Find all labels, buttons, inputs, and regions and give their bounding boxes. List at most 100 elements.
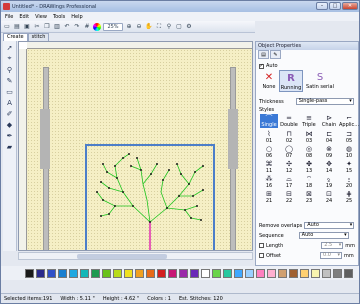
tab-stitch[interactable]: stitch — [27, 33, 50, 41]
palette-swatch-22[interactable] — [256, 268, 265, 278]
brush-icon[interactable]: ✐ — [5, 109, 15, 118]
palette-swatch-20[interactable] — [234, 268, 243, 278]
minimize-button[interactable]: – — [316, 2, 328, 10]
fill-icon[interactable]: ◆ — [5, 120, 15, 129]
palette-swatch-13[interactable] — [157, 268, 166, 278]
zoom-select[interactable]: 25% — [103, 22, 123, 31]
fill-running-button[interactable]: R Running — [279, 70, 303, 92]
palette-swatch-27[interactable] — [311, 268, 320, 278]
palette-swatch-24[interactable] — [278, 268, 287, 278]
close-button[interactable]: ✕ — [342, 2, 358, 10]
design-canvas[interactable] — [18, 41, 253, 251]
shape-icon[interactable]: ▭ — [5, 87, 15, 96]
stitch-pattern-02[interactable]: ⊓ 02 — [280, 130, 298, 144]
palette-swatch-7[interactable] — [91, 268, 100, 278]
palette-swatch-1[interactable] — [25, 268, 34, 278]
stitch-pattern-18[interactable]: ⌔ 18 — [300, 175, 318, 189]
stitch-pattern-17[interactable]: ⌓ 17 — [280, 175, 298, 189]
palette-swatch-29[interactable] — [333, 268, 342, 278]
panel-tab-stitch[interactable]: ✎ — [270, 50, 281, 59]
palette-swatch-14[interactable] — [168, 268, 177, 278]
stitch-pattern-08[interactable]: ◎ 08 — [300, 145, 318, 159]
stitch-pattern-20[interactable]: ⍛ 20 — [340, 175, 358, 189]
grid-icon[interactable]: # — [83, 23, 91, 31]
settings-icon[interactable]: ⚙ — [185, 23, 193, 31]
cut-icon[interactable]: ✂ — [33, 23, 41, 31]
palette-swatch-4[interactable] — [58, 268, 67, 278]
stitch-pattern-19[interactable]: ⍚ 19 — [320, 175, 338, 189]
palette-swatch-19[interactable] — [223, 268, 232, 278]
stitch-pattern-05[interactable]: ⊐ 05 — [340, 130, 358, 144]
paste-icon[interactable]: ▥ — [53, 23, 61, 31]
palette-swatch-21[interactable] — [245, 268, 254, 278]
zoom-tool-icon[interactable]: ⚲ — [5, 65, 15, 74]
hoop-icon[interactable]: ▢ — [175, 23, 183, 31]
style-chain[interactable]: ⊳ Chain — [320, 114, 338, 128]
eyedropper-icon[interactable]: ✒ — [5, 131, 15, 140]
palette-swatch-10[interactable] — [124, 268, 133, 278]
hand-icon[interactable]: ✋ — [145, 23, 153, 31]
redo-icon[interactable]: ↷ — [73, 23, 81, 31]
fit-icon[interactable]: ⛶ — [155, 23, 163, 31]
length-input[interactable]: 2.5 — [321, 242, 344, 249]
color-wheel-icon[interactable] — [93, 22, 101, 31]
palette-swatch-12[interactable] — [146, 268, 155, 278]
stitch-pattern-10[interactable]: ◍ 10 — [340, 145, 358, 159]
thickness-select[interactable]: Single-pass — [295, 98, 354, 105]
zoom-out-icon[interactable]: ⊖ — [135, 23, 143, 31]
undo-icon[interactable]: ↶ — [63, 23, 71, 31]
zoom-in-icon[interactable]: ⊕ — [125, 23, 133, 31]
length-checkbox[interactable] — [259, 243, 264, 248]
stitch-pattern-06[interactable]: ○ 06 — [260, 145, 278, 159]
auto-checkbox[interactable]: ✓ — [259, 63, 264, 69]
palette-swatch-9[interactable] — [113, 268, 122, 278]
stitch-pattern-11[interactable]: ⌘ 11 — [260, 160, 278, 174]
fill-none-button[interactable]: ✕ None — [259, 70, 279, 92]
stitch-pattern-22[interactable]: ⊟ 22 — [280, 190, 298, 204]
offset-input[interactable]: 0.0 — [320, 252, 343, 259]
menu-view[interactable]: View — [35, 14, 47, 20]
remove-overlaps-select[interactable]: Auto — [304, 222, 355, 229]
stitch-pattern-21[interactable]: ⊞ 21 — [260, 190, 278, 204]
palette-swatch-3[interactable] — [47, 268, 56, 278]
stitch-pattern-09[interactable]: ⊗ 09 — [320, 145, 338, 159]
select-arrow-icon[interactable]: ➚ — [5, 43, 15, 52]
palette-swatch-26[interactable] — [300, 268, 309, 278]
stitch-pattern-07[interactable]: ◯ 07 — [280, 145, 298, 159]
hoop-area[interactable] — [27, 49, 252, 251]
pen-icon[interactable]: ✎ — [5, 76, 15, 85]
stitch-pattern-24[interactable]: ⊡ 24 — [320, 190, 338, 204]
offset-checkbox[interactable] — [259, 253, 264, 258]
panel-tab-properties[interactable]: ▤ — [258, 50, 269, 59]
palette-swatch-2[interactable] — [36, 268, 45, 278]
palette-swatch-15[interactable] — [179, 268, 188, 278]
new-file-icon[interactable]: ▭ — [3, 23, 11, 31]
scrollbar-thumb[interactable] — [77, 254, 167, 259]
style-applique[interactable]: ⌐ Applic... — [339, 114, 359, 128]
stitch-pattern-13[interactable]: ✤ 13 — [300, 160, 318, 174]
save-icon[interactable]: ▣ — [23, 23, 31, 31]
palette-swatch-25[interactable] — [289, 268, 298, 278]
stitch-pattern-15[interactable]: ✦ 15 — [340, 160, 358, 174]
stitch-pattern-23[interactable]: ⊠ 23 — [300, 190, 318, 204]
tree-design[interactable] — [85, 144, 215, 251]
stitch-pattern-12[interactable]: ✣ 12 — [280, 160, 298, 174]
palette-swatch-11[interactable] — [135, 268, 144, 278]
node-edit-icon[interactable]: ⌖ — [5, 54, 15, 63]
fill-satin-button[interactable]: S Satin serial — [305, 70, 335, 92]
eraser-icon[interactable]: ▰ — [5, 142, 15, 151]
menu-tools[interactable]: Tools — [53, 14, 65, 20]
stitch-pattern-01[interactable]: ⌇ 01 — [260, 130, 278, 144]
stitch-pattern-14[interactable]: ✥ 14 — [320, 160, 338, 174]
stitch-pattern-04[interactable]: ⊏ 04 — [320, 130, 338, 144]
menu-file[interactable]: File — [5, 14, 13, 20]
style-single[interactable]: ⌒ Single — [260, 114, 278, 128]
stitch-view-icon[interactable]: ⚲ — [165, 23, 173, 31]
stitch-pattern-16[interactable]: ⁂ 16 — [260, 175, 278, 189]
tab-create[interactable]: Create — [3, 33, 28, 41]
stitch-pattern-25[interactable]: ⋕ 25 — [340, 190, 358, 204]
palette-swatch-8[interactable] — [102, 268, 111, 278]
copy-icon[interactable]: ❐ — [43, 23, 51, 31]
sequence-select[interactable]: Auto — [298, 232, 349, 239]
palette-swatch-6[interactable] — [80, 268, 89, 278]
